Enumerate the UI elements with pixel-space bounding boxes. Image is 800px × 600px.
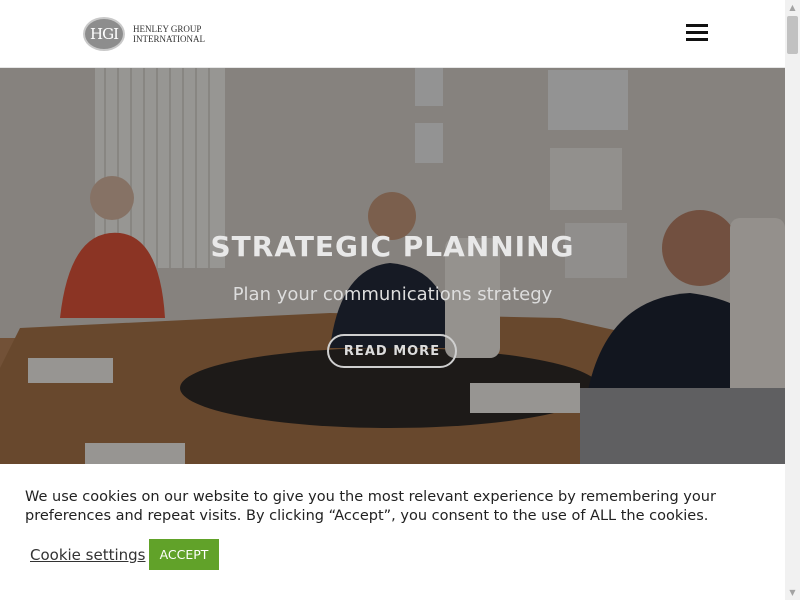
hamburger-menu-icon[interactable] (686, 22, 708, 44)
vertical-scrollbar[interactable]: ▲ ▼ (785, 0, 800, 600)
hero-banner: STRATEGIC PLANNING Plan your communicati… (0, 68, 785, 464)
hero-subtitle: Plan your communications strategy (232, 284, 553, 305)
hero-dark-overlay (0, 68, 785, 464)
scrollbar-thumb[interactable] (787, 16, 798, 54)
site-header: HGI HENLEY GROUP INTERNATIONAL (0, 0, 785, 68)
cookie-message: We use cookies on our website to give yo… (25, 489, 716, 524)
site-logo[interactable]: HGI HENLEY GROUP INTERNATIONAL (83, 16, 223, 52)
read-more-button[interactable]: READ MORE (327, 334, 457, 368)
scroll-up-arrow-icon[interactable]: ▲ (785, 0, 800, 15)
scroll-down-arrow-icon[interactable]: ▼ (785, 585, 800, 600)
accept-cookies-button[interactable]: ACCEPT (149, 539, 219, 570)
logo-mark: HGI (83, 17, 125, 51)
page: HGI HENLEY GROUP INTERNATIONAL STRATEGIC… (0, 0, 785, 600)
hero-title: STRATEGIC PLANNING (210, 230, 575, 263)
cookie-consent-bar: We use cookies on our website to give yo… (0, 464, 785, 600)
cookie-settings-link[interactable]: Cookie settings (30, 546, 146, 564)
logo-text: HENLEY GROUP INTERNATIONAL (133, 24, 205, 44)
